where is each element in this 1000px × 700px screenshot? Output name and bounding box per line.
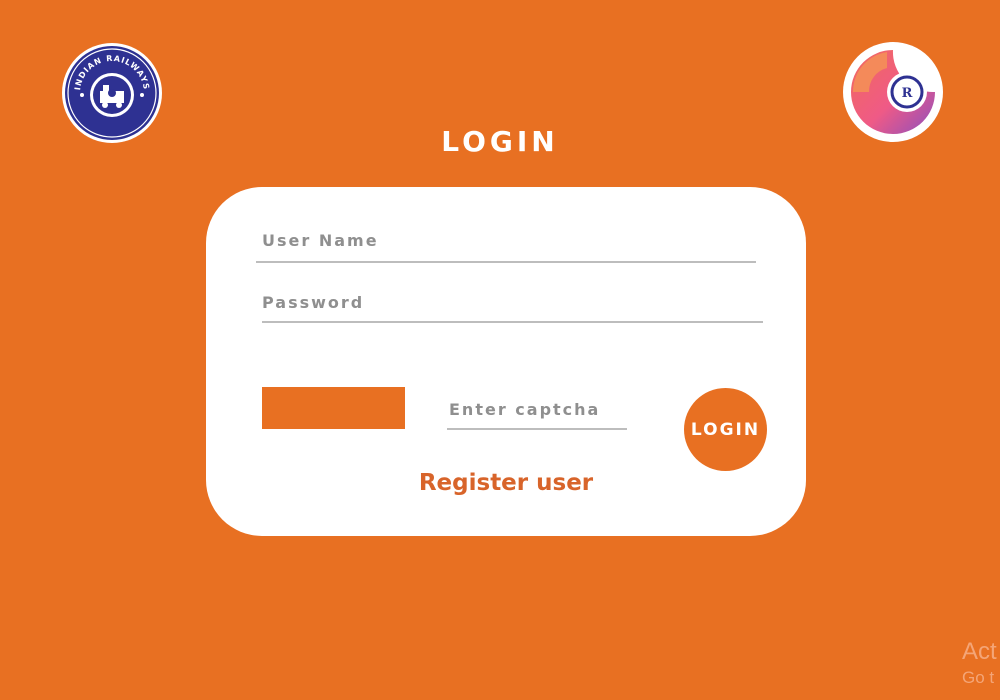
watermark-line-2: Go t — [962, 668, 995, 687]
page-title: LOGIN — [441, 125, 559, 158]
activate-windows-watermark: Act Go t — [962, 638, 997, 687]
svg-text:R: R — [902, 86, 913, 101]
login-card: LOGIN Register user — [206, 187, 806, 536]
watermark-line-1: Act — [962, 638, 997, 665]
captcha-image — [262, 387, 405, 429]
captcha-input[interactable] — [447, 394, 627, 430]
login-button[interactable]: LOGIN — [684, 388, 767, 471]
register-user-link[interactable]: Register user — [206, 470, 806, 496]
password-input[interactable] — [262, 288, 763, 323]
username-input[interactable] — [256, 223, 756, 263]
